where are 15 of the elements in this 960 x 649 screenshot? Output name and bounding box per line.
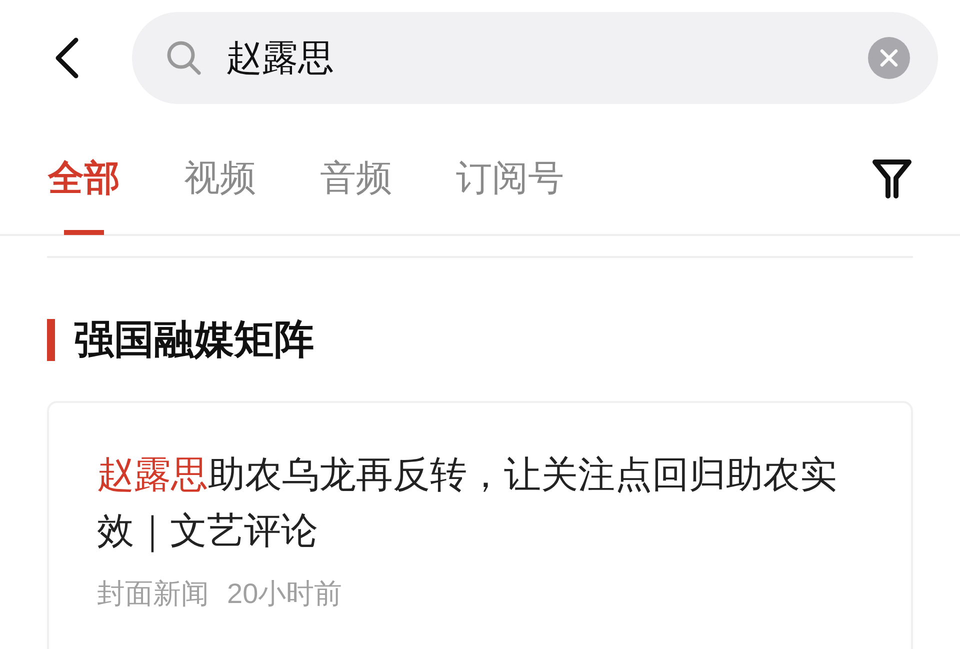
article-title: 赵露思助农乌龙再反转，让关注点回归助农实效｜文艺评论 — [97, 453, 838, 554]
article-source: 封面新闻 — [97, 577, 209, 611]
article-card[interactable]: 赵露思助农乌龙再反转，让关注点回归助农实效｜文艺评论 封面新闻 20小时前 — [47, 401, 913, 649]
search-icon — [166, 40, 202, 76]
search-input[interactable]: 赵露思 — [226, 28, 868, 88]
section-marker — [47, 319, 55, 361]
tab[interactable]: 订阅号 — [456, 154, 564, 234]
filter-icon[interactable] — [872, 158, 912, 200]
section-title: 强国融媒矩阵 — [74, 320, 314, 360]
article-time: 20小时前 — [227, 577, 342, 611]
tab[interactable]: 音频 — [320, 154, 392, 234]
tab[interactable]: 全部 — [48, 154, 120, 234]
close-icon — [880, 49, 898, 67]
tab[interactable]: 视频 — [184, 154, 256, 234]
search-field[interactable]: 赵露思 — [132, 12, 938, 104]
